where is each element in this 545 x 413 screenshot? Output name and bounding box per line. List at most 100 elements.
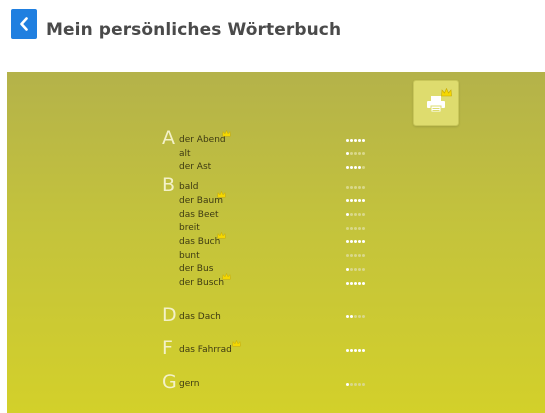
progress-dot bbox=[350, 213, 353, 216]
progress-dot bbox=[354, 348, 357, 352]
progress-dot bbox=[354, 165, 357, 169]
progress-dot bbox=[358, 348, 361, 352]
section-letter-b: B bbox=[162, 174, 176, 197]
progress-dot bbox=[350, 315, 353, 319]
progress-dots bbox=[346, 164, 365, 170]
progress-dot bbox=[346, 267, 349, 271]
progress-dot bbox=[346, 199, 349, 203]
progress-dot bbox=[358, 199, 361, 203]
progress-dot bbox=[354, 152, 357, 156]
progress-dot bbox=[346, 382, 349, 386]
progress-dot bbox=[346, 281, 349, 285]
progress-dot bbox=[350, 138, 353, 142]
progress-dot bbox=[362, 281, 365, 285]
progress-dot bbox=[362, 213, 365, 216]
progress-dot bbox=[358, 254, 361, 258]
progress-dot bbox=[362, 240, 365, 244]
progress-dots bbox=[346, 280, 365, 286]
crown-icon bbox=[216, 190, 226, 198]
progress-dot bbox=[346, 348, 349, 352]
word-entry[interactable]: der Bus bbox=[179, 263, 213, 275]
back-button[interactable] bbox=[11, 9, 37, 39]
progress-dot bbox=[358, 240, 361, 244]
progress-dots bbox=[346, 184, 365, 190]
progress-dot bbox=[362, 267, 365, 271]
progress-dot bbox=[354, 281, 357, 285]
progress-dot bbox=[350, 254, 353, 258]
progress-dot bbox=[358, 315, 361, 319]
progress-dot bbox=[346, 240, 349, 244]
progress-dots bbox=[346, 151, 365, 157]
crown-icon bbox=[222, 130, 231, 137]
progress-dot bbox=[350, 165, 353, 169]
progress-dot bbox=[362, 226, 365, 230]
progress-dot bbox=[346, 152, 349, 156]
progress-dot bbox=[346, 315, 349, 319]
progress-dot bbox=[350, 348, 353, 352]
progress-dot bbox=[350, 382, 353, 386]
progress-dot bbox=[354, 185, 357, 189]
progress-dots bbox=[346, 266, 365, 272]
word-entry[interactable]: der Ast bbox=[179, 161, 211, 173]
progress-dot bbox=[362, 382, 365, 386]
progress-dot bbox=[346, 226, 349, 230]
progress-dot bbox=[354, 138, 357, 142]
progress-dot bbox=[362, 348, 365, 352]
progress-dot bbox=[354, 254, 357, 258]
word-entry[interactable]: der Busch bbox=[179, 277, 224, 289]
progress-dot bbox=[358, 185, 361, 189]
progress-dot bbox=[362, 185, 365, 189]
word-entry[interactable]: bald bbox=[179, 181, 198, 193]
progress-dot bbox=[350, 226, 353, 230]
section-letter-a: A bbox=[162, 127, 175, 149]
progress-dot bbox=[350, 281, 353, 285]
progress-dot bbox=[346, 213, 349, 216]
word-entry[interactable]: das Fahrrad bbox=[179, 344, 232, 356]
progress-dot bbox=[358, 165, 361, 169]
progress-dot bbox=[358, 281, 361, 285]
word-entry[interactable]: gern bbox=[179, 378, 200, 390]
progress-dot bbox=[362, 165, 365, 169]
section-letter-d: D bbox=[162, 303, 177, 326]
printer-icon bbox=[427, 96, 445, 113]
word-entry[interactable]: bunt bbox=[179, 250, 200, 262]
section-letter-f: F bbox=[162, 337, 173, 360]
progress-dot bbox=[362, 254, 365, 258]
progress-dot bbox=[362, 152, 365, 156]
progress-dot bbox=[350, 199, 353, 203]
progress-dot bbox=[350, 267, 353, 271]
crown-icon bbox=[216, 231, 226, 239]
progress-dot bbox=[354, 382, 357, 386]
word-entry[interactable]: das Beet bbox=[179, 209, 219, 221]
progress-dot bbox=[362, 199, 365, 203]
chevron-left-icon bbox=[20, 17, 28, 31]
progress-dot bbox=[346, 185, 349, 189]
progress-dot bbox=[362, 315, 365, 319]
progress-dots bbox=[346, 137, 365, 143]
crown-icon bbox=[222, 273, 231, 280]
dictionary-panel: Ader Abend alt der Ast Bbald der Baum das Bee… bbox=[7, 72, 545, 413]
print-button[interactable] bbox=[413, 80, 459, 126]
progress-dot bbox=[362, 138, 365, 142]
progress-dots bbox=[346, 253, 365, 259]
crown-icon bbox=[441, 88, 452, 97]
progress-dots bbox=[346, 347, 365, 353]
progress-dot bbox=[358, 138, 361, 142]
progress-dot bbox=[354, 213, 357, 216]
word-entry[interactable]: der Abend bbox=[179, 134, 226, 146]
progress-dots bbox=[346, 212, 365, 218]
progress-dot bbox=[346, 138, 349, 142]
word-entry[interactable]: alt bbox=[179, 148, 191, 160]
progress-dot bbox=[354, 267, 357, 271]
progress-dot bbox=[346, 254, 349, 258]
progress-dot bbox=[350, 185, 353, 189]
word-entry[interactable]: das Buch bbox=[179, 236, 220, 248]
progress-dot bbox=[358, 267, 361, 271]
progress-dot bbox=[354, 315, 357, 319]
page-title: Mein persönliches Wörterbuch bbox=[46, 20, 342, 40]
word-entry[interactable]: breit bbox=[179, 222, 200, 234]
word-entry[interactable]: das Dach bbox=[179, 311, 221, 323]
progress-dot bbox=[358, 226, 361, 230]
progress-dot bbox=[350, 152, 353, 156]
progress-dots bbox=[346, 225, 365, 231]
